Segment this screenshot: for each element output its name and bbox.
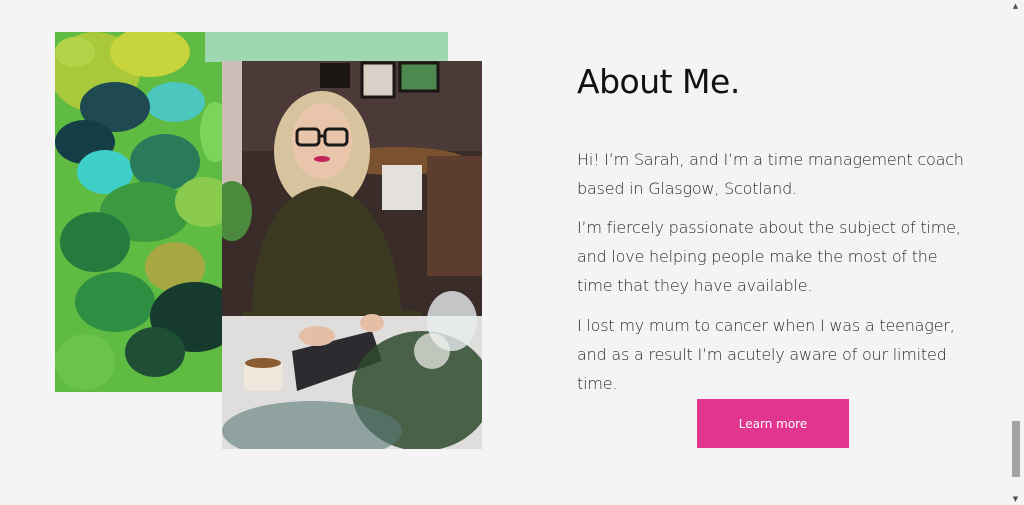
page-title: About Me. <box>577 62 740 101</box>
triangle-up-icon[interactable]: ▲ <box>1007 0 1024 12</box>
triangle-down-icon[interactable]: ▼ <box>1007 493 1024 505</box>
passion-paragraph: I’m fiercely passionate about the subjec… <box>577 218 961 295</box>
learn-more-button[interactable]: Learn more <box>697 399 849 448</box>
vertical-scrollbar[interactable]: ▲ ▼ <box>1007 0 1024 505</box>
about-section: About Me. Hi! I’m Sarah, and I’m a time … <box>0 0 1024 505</box>
scrollbar-thumb[interactable] <box>1012 421 1020 477</box>
intro-paragraph: Hi! I’m Sarah, and I’m a time management… <box>577 150 964 198</box>
about-text-block: About Me. Hi! I’m Sarah, and I’m a time … <box>577 58 987 393</box>
story-paragraph: I lost my mum to cancer when I was a tee… <box>577 316 955 393</box>
sarah-portrait-photo <box>222 61 482 449</box>
